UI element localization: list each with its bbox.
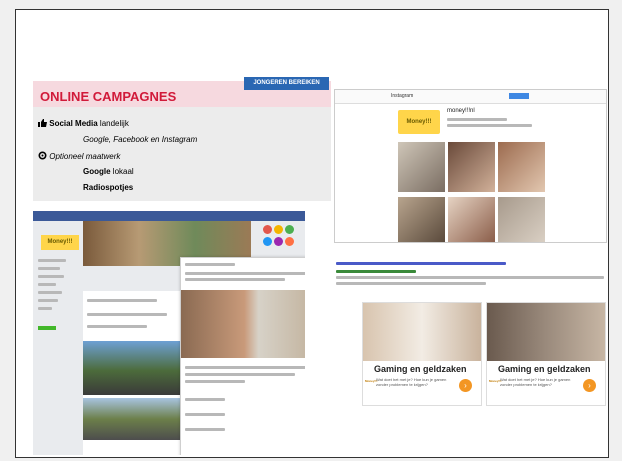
ad-card-title: Gaming en geldzaken bbox=[498, 364, 591, 374]
instagram-profile-avatar: Money!!! bbox=[398, 110, 440, 134]
facebook-post-line bbox=[185, 278, 285, 281]
facebook-sidebar-item bbox=[38, 291, 62, 294]
campaign-line-radio: Radiospotjes bbox=[83, 183, 134, 192]
facebook-comment-line bbox=[185, 413, 225, 416]
google-ad-headline bbox=[336, 262, 506, 265]
facebook-post-line bbox=[185, 366, 305, 369]
instagram-bio-line bbox=[447, 118, 507, 121]
gear-icon bbox=[38, 151, 47, 160]
facebook-post-line bbox=[87, 325, 147, 328]
facebook-post-line bbox=[87, 299, 157, 302]
facebook-event-photo bbox=[83, 341, 181, 395]
instagram-photo bbox=[498, 197, 545, 242]
instagram-photo bbox=[398, 142, 445, 192]
facebook-screenshot: Money!!! bbox=[33, 211, 305, 455]
google-ad-screenshot: Gaming en geldzaken Money!!! Wat doet he… bbox=[334, 258, 608, 406]
google-scope: lokaal bbox=[110, 167, 134, 176]
facebook-sidebar-item bbox=[38, 275, 64, 278]
facebook-sidebar-item bbox=[38, 267, 60, 270]
facebook-sidebar-item bbox=[38, 299, 58, 302]
ad-card[interactable]: Gaming en geldzaken Money!!! Wat doet he… bbox=[486, 302, 606, 406]
facebook-post-image bbox=[181, 290, 305, 358]
facebook-app-icon bbox=[274, 225, 283, 234]
campaign-title: ONLINE CAMPAGNES bbox=[40, 89, 177, 104]
ad-card-image bbox=[363, 303, 481, 361]
google-ad-text bbox=[336, 282, 486, 285]
instagram-follow-button bbox=[509, 93, 529, 99]
chevron-right-icon[interactable]: › bbox=[583, 379, 596, 392]
instagram-photo bbox=[448, 197, 495, 242]
campaign-box: ONLINE CAMPAGNES JONGEREN BEREIKEN Socia… bbox=[33, 77, 331, 201]
facebook-app-icon bbox=[263, 225, 272, 234]
facebook-post-line bbox=[185, 272, 305, 275]
instagram-photo bbox=[398, 197, 445, 242]
facebook-like-button bbox=[38, 326, 56, 330]
facebook-post-line bbox=[185, 380, 245, 383]
facebook-app-icon bbox=[285, 237, 294, 246]
facebook-page-logo: Money!!! bbox=[41, 235, 79, 250]
facebook-post bbox=[180, 257, 305, 455]
instagram-bio-line bbox=[447, 124, 532, 127]
facebook-sidebar-item bbox=[38, 259, 66, 262]
ad-card-description: Wat doet het met je? Hoe kun je gamen zo… bbox=[376, 377, 447, 387]
instagram-username: money!!!nl bbox=[447, 108, 475, 114]
facebook-post-line bbox=[185, 373, 295, 376]
chevron-right-icon[interactable]: › bbox=[459, 379, 472, 392]
ad-card-title: Gaming en geldzaken bbox=[374, 364, 467, 374]
instagram-logo: Instagram bbox=[391, 93, 414, 99]
campaign-tag: JONGEREN BEREIKEN bbox=[244, 77, 329, 90]
instagram-photo bbox=[448, 142, 495, 192]
facebook-sidebar-item bbox=[38, 307, 52, 310]
campaign-line-custom: Optioneel maatwerk bbox=[38, 151, 120, 161]
facebook-comment-line bbox=[185, 428, 225, 431]
ad-card[interactable]: Gaming en geldzaken Money!!! Wat doet he… bbox=[362, 302, 482, 406]
campaign-line-social: Social Media landelijk bbox=[38, 119, 129, 128]
thumbs-up-icon bbox=[38, 119, 47, 127]
social-media-label: Social Media bbox=[49, 119, 98, 128]
google-label: Google bbox=[83, 167, 111, 176]
facebook-app-icon bbox=[274, 237, 283, 246]
google-ad-url bbox=[336, 270, 416, 273]
campaign-line-platforms: Google, Facebook en Instagram bbox=[83, 135, 198, 144]
slide: ONLINE CAMPAGNES JONGEREN BEREIKEN Socia… bbox=[15, 9, 609, 458]
facebook-sidebar-item bbox=[38, 283, 56, 286]
campaign-line-google: Google lokaal bbox=[83, 167, 134, 176]
facebook-post-line bbox=[185, 263, 235, 266]
instagram-screenshot: Instagram Money!!! money!!!nl bbox=[334, 89, 607, 243]
social-media-scope: landelijk bbox=[97, 119, 129, 128]
facebook-comment-line bbox=[185, 398, 225, 401]
custom-work-label: Optioneel maatwerk bbox=[49, 152, 121, 161]
ad-card-image bbox=[487, 303, 605, 361]
facebook-post-line bbox=[87, 313, 167, 316]
facebook-event-photo bbox=[83, 398, 181, 440]
facebook-app-icon bbox=[263, 237, 272, 246]
instagram-photo bbox=[498, 142, 545, 192]
facebook-app-icon bbox=[285, 225, 294, 234]
facebook-topbar bbox=[33, 211, 305, 221]
google-ad-text bbox=[336, 276, 604, 279]
ad-card-description: Wat doet het met je? Hoe kun je gamen zo… bbox=[500, 377, 571, 387]
facebook-icons bbox=[263, 225, 303, 255]
instagram-topbar: Instagram bbox=[335, 90, 606, 104]
